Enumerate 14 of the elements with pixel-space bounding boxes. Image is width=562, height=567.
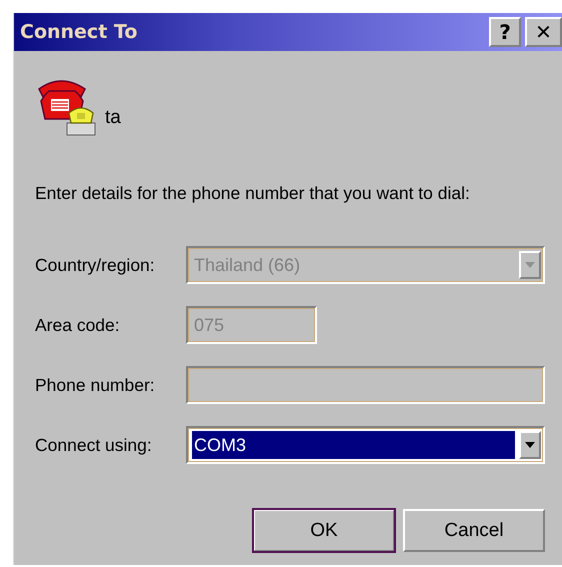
dropdown[interactable]: COM3	[186, 426, 545, 464]
ok-button[interactable]: OK	[253, 509, 395, 552]
dropdown-value: Thailand (66)	[193, 254, 302, 277]
help-button[interactable]: ?	[489, 17, 521, 47]
field-label: Country/region:	[35, 254, 156, 276]
dropdown-value: COM3	[192, 431, 515, 459]
connection-name: ta	[105, 107, 121, 129]
field-label: Area code:	[35, 314, 121, 336]
instruction-text: Enter details for the phone number that you want to dial:	[35, 183, 471, 204]
close-button[interactable]: ✕	[525, 17, 562, 47]
cancel-button[interactable]: Cancel	[403, 509, 545, 552]
field-label: Connect using:	[35, 434, 153, 456]
field-label: Phone number:	[35, 374, 156, 396]
window-title: Connect To	[20, 21, 138, 43]
